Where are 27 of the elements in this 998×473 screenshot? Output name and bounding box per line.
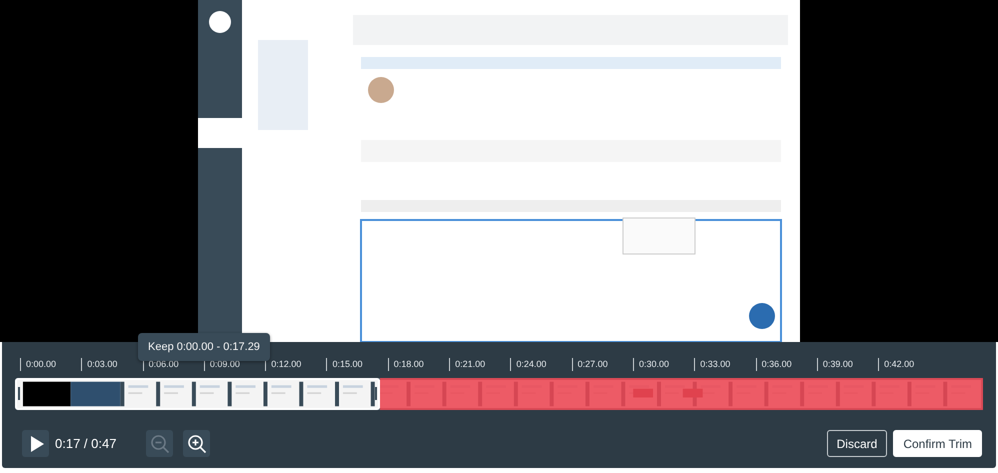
playback-time: 0:17 / 0:47: [55, 436, 116, 451]
play-icon: [30, 436, 44, 452]
timestamp: 0:03.00: [87, 359, 118, 369]
confirm-button[interactable]: Confirm Trim: [893, 430, 982, 457]
timestamp: 0:42.00: [884, 359, 914, 369]
timestamp: 0:00.00: [26, 359, 56, 369]
trim-handle[interactable]: [18, 387, 20, 400]
timestamp: 0:15.00: [332, 359, 363, 369]
zoom-in-icon: [186, 434, 207, 454]
play-button[interactable]: [22, 430, 49, 457]
tooltip: Keep 0:00.00 - 0:17.29: [138, 333, 270, 361]
timestamp: 0:33.00: [700, 359, 730, 369]
kept-region[interactable]: [15, 378, 380, 410]
discard-button[interactable]: Discard: [826, 430, 888, 457]
zoom-out-icon: [150, 434, 170, 454]
trim-handle[interactable]: [374, 387, 377, 400]
zoom-in-button[interactable]: [183, 430, 210, 457]
timestamp: 0:30.00: [638, 359, 669, 369]
timestamp: 0:39.00: [822, 359, 853, 369]
timestamp: 0:36.00: [762, 359, 792, 369]
timestamp: 0:09.00: [210, 359, 240, 369]
timestamp: 0:27.00: [578, 359, 608, 369]
timestamp: 0:06.00: [148, 359, 179, 369]
timestamp: 0:21.00: [455, 359, 486, 369]
timestamp: 0:24.00: [516, 359, 546, 369]
timestamp: 0:12.00: [271, 359, 302, 369]
timestamp: 0:18.00: [394, 359, 424, 369]
